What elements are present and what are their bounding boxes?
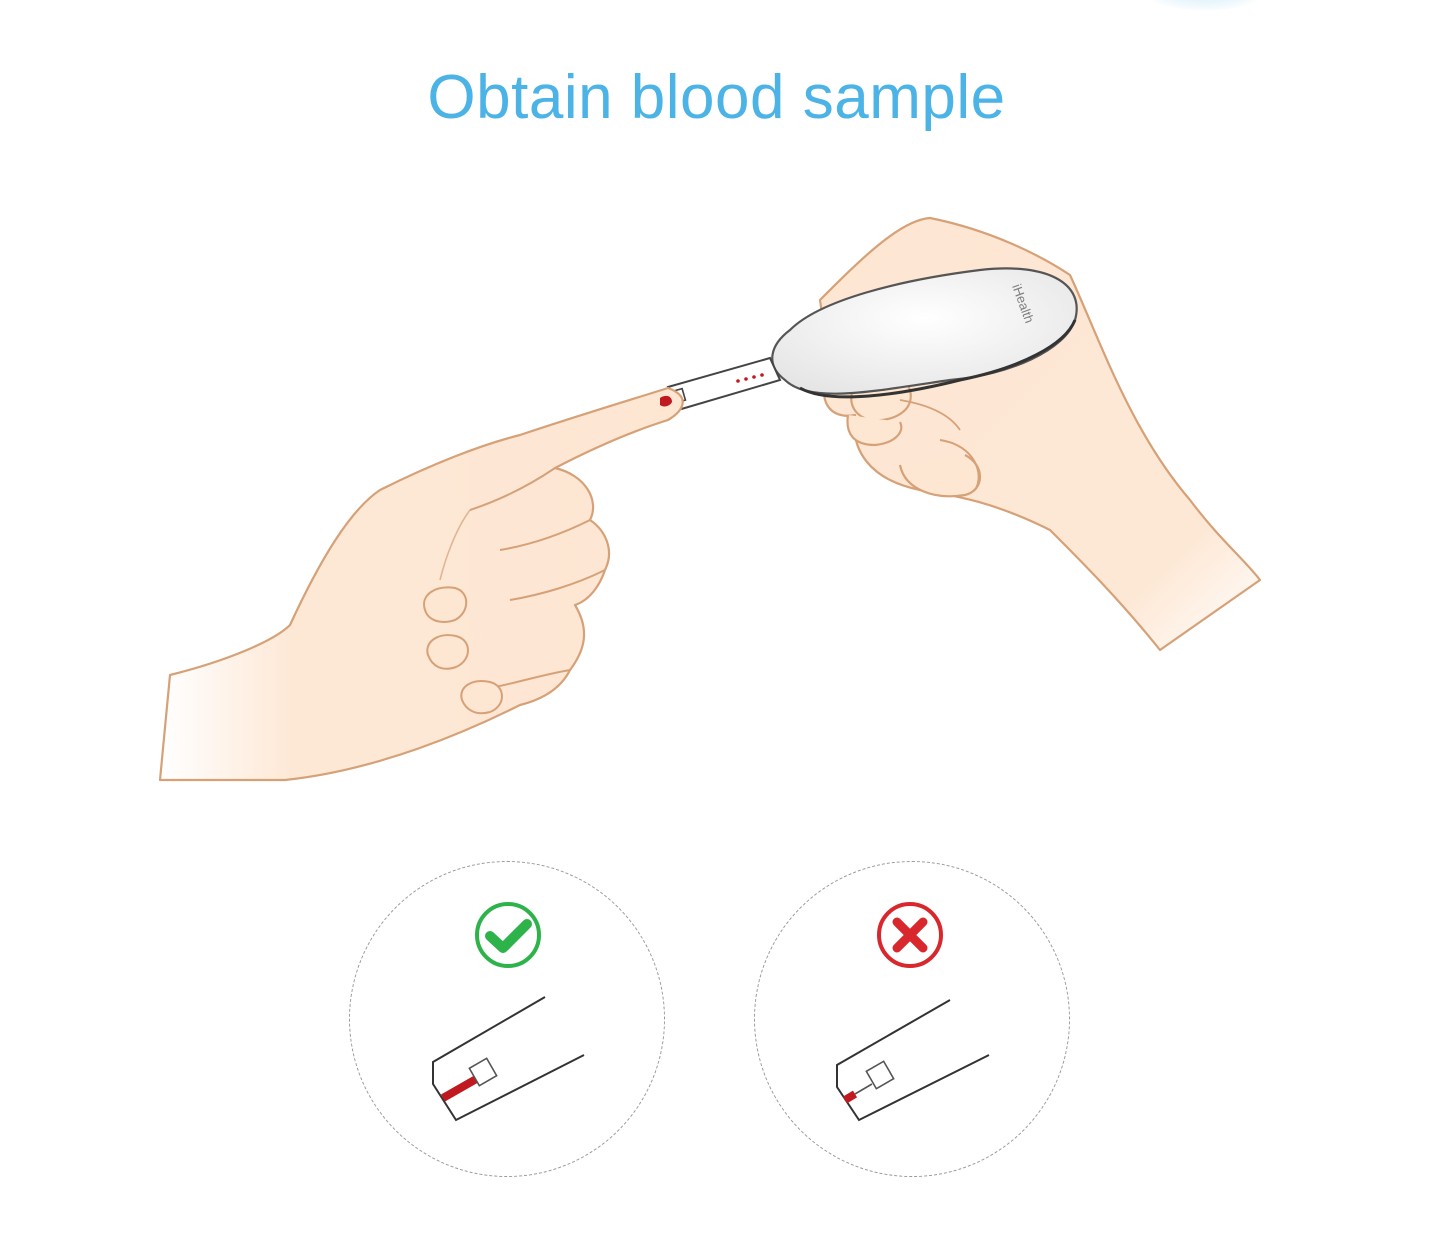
cross-icon [877,902,943,968]
check-icon [475,902,541,968]
strip-tip-full-sample [432,996,585,1122]
strip-tip-insufficient-sample [836,999,990,1122]
correct-example-circle [349,861,665,1177]
test-strip [666,356,782,412]
blood-sample-illustration: iHealth [158,216,1262,782]
left-hand [158,386,684,782]
incorrect-example-circle [754,861,1070,1177]
decorative-arc [1120,0,1290,10]
page-title: Obtain blood sample [427,63,1006,132]
